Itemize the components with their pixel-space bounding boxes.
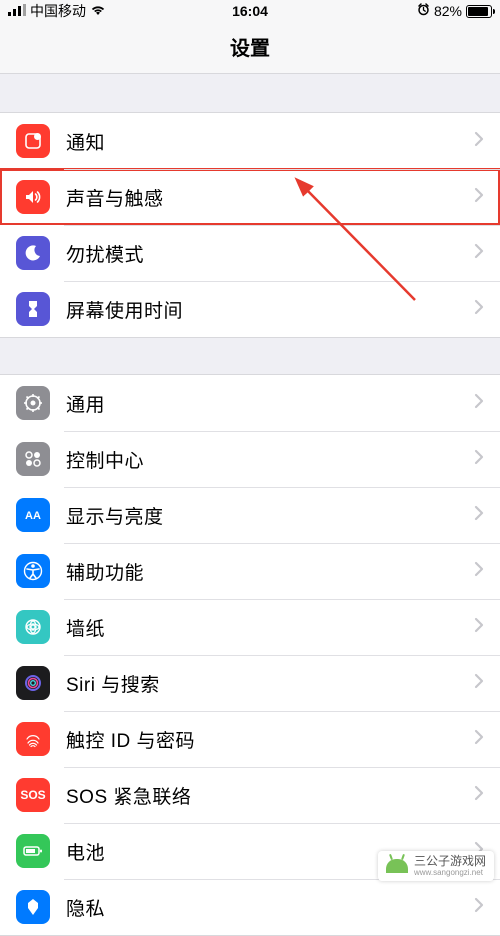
- dnd-label: 勿扰模式: [66, 240, 474, 267]
- siri-icon: [16, 666, 50, 700]
- screen-time-icon: [16, 292, 50, 326]
- control-center-icon: [16, 442, 50, 476]
- sos-label: SOS 紧急联络: [66, 782, 474, 809]
- touchid-icon: [16, 722, 50, 756]
- page-title: 设置: [0, 22, 500, 74]
- row-do-not-disturb[interactable]: 勿扰模式: [0, 225, 500, 281]
- chevron-right-icon: [474, 187, 484, 208]
- row-sounds-haptics[interactable]: 声音与触感: [0, 169, 500, 225]
- android-icon: [386, 859, 408, 873]
- general-icon: [16, 386, 50, 420]
- chevron-right-icon: [474, 131, 484, 152]
- chevron-right-icon: [474, 299, 484, 320]
- battery-row-icon: [16, 834, 50, 868]
- accessibility-label: 辅助功能: [66, 558, 474, 585]
- chevron-right-icon: [474, 673, 484, 694]
- privacy-icon: [16, 890, 50, 924]
- wallpaper-label: 墙纸: [66, 614, 474, 641]
- row-accessibility[interactable]: 辅助功能: [0, 543, 500, 599]
- notifications-icon: [16, 124, 50, 158]
- row-emergency-sos[interactable]: SOS SOS 紧急联络: [0, 767, 500, 823]
- chevron-right-icon: [474, 729, 484, 750]
- row-screen-time[interactable]: 屏幕使用时间: [0, 281, 500, 337]
- siri-label: Siri 与搜索: [66, 670, 474, 697]
- dnd-icon: [16, 236, 50, 270]
- battery-icon: [466, 5, 492, 18]
- row-general[interactable]: 通用: [0, 375, 500, 431]
- settings-group-notifications: 通知 声音与触感 勿扰模式 屏幕使用时间: [0, 112, 500, 338]
- row-touchid-passcode[interactable]: 触控 ID 与密码: [0, 711, 500, 767]
- screen-time-label: 屏幕使用时间: [66, 296, 474, 323]
- sos-icon: SOS: [16, 778, 50, 812]
- notifications-label: 通知: [66, 128, 474, 155]
- privacy-label: 隐私: [66, 894, 474, 921]
- row-privacy[interactable]: 隐私: [0, 879, 500, 935]
- display-label: 显示与亮度: [66, 502, 474, 529]
- display-icon: AA: [16, 498, 50, 532]
- watermark-domain: www.sangongzi.net: [414, 868, 486, 877]
- touchid-label: 触控 ID 与密码: [66, 726, 474, 753]
- row-wallpaper[interactable]: 墙纸: [0, 599, 500, 655]
- chevron-right-icon: [474, 897, 484, 918]
- chevron-right-icon: [474, 449, 484, 470]
- watermark-brand: 三公子游戏网: [414, 855, 486, 868]
- row-control-center[interactable]: 控制中心: [0, 431, 500, 487]
- accessibility-icon: [16, 554, 50, 588]
- clock: 16:04: [0, 3, 500, 19]
- status-bar: 中国移动 16:04 82%: [0, 0, 500, 22]
- general-label: 通用: [66, 390, 474, 417]
- row-display-brightness[interactable]: AA 显示与亮度: [0, 487, 500, 543]
- chevron-right-icon: [474, 243, 484, 264]
- sounds-label: 声音与触感: [66, 184, 474, 211]
- row-notifications[interactable]: 通知: [0, 113, 500, 169]
- control-center-label: 控制中心: [66, 446, 474, 473]
- wallpaper-icon: [16, 610, 50, 644]
- watermark: 三公子游戏网 www.sangongzi.net: [378, 851, 494, 881]
- chevron-right-icon: [474, 505, 484, 526]
- chevron-right-icon: [474, 785, 484, 806]
- chevron-right-icon: [474, 393, 484, 414]
- svg-text:AA: AA: [25, 510, 41, 522]
- row-siri-search[interactable]: Siri 与搜索: [0, 655, 500, 711]
- chevron-right-icon: [474, 617, 484, 638]
- chevron-right-icon: [474, 561, 484, 582]
- sounds-icon: [16, 180, 50, 214]
